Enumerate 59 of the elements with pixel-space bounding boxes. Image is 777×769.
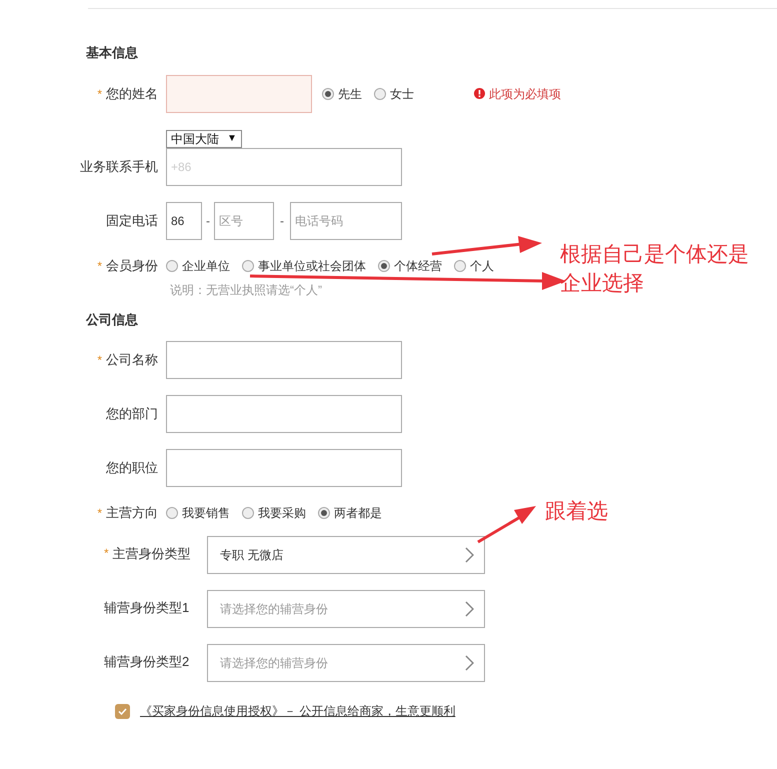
chevron-right-icon [465,547,474,563]
separator: - [206,212,210,230]
radio-label: 个体经营 [394,258,442,274]
radio-button[interactable] [318,507,330,519]
field-label: 业务联系手机 [80,158,158,176]
text-field[interactable] [166,449,402,487]
region-select[interactable]: 中国大陆 ▼ [166,130,242,148]
area-code-field[interactable]: 区号 [214,202,274,240]
field-label: 主营方向 [106,504,158,522]
field-label: 您的部门 [106,405,158,424]
field-label: 辅营身份类型1 [104,599,190,617]
radio-button[interactable] [374,88,386,100]
radio-button[interactable] [322,88,334,100]
radio-button[interactable] [454,260,466,272]
field-label: 会员身份 [106,256,158,275]
chevron-right-icon [465,655,474,671]
agreement-link[interactable]: 《买家身份信息使用授权》－ 公开信息给商家，生意更顺利 [140,702,456,720]
radio-label: 个人 [470,258,494,274]
text-field[interactable] [166,341,402,379]
field-label: 辅营身份类型2 [104,653,190,671]
radio-button[interactable] [378,260,390,272]
type-select[interactable]: 专职 无微店 [207,536,485,574]
annotation-arrow [477,506,536,544]
note-text: 说明：无营业执照请选“个人” [170,282,322,296]
error-message: 此项为必填项 [489,86,561,102]
required-mark: * [104,545,109,562]
text-field[interactable] [166,395,402,433]
radio-button[interactable] [166,260,178,272]
field-label: 固定电话 [106,212,158,230]
field-label: 主营身份类型 [112,545,191,563]
required-mark: * [97,505,102,522]
radio-label: 我要销售 [182,505,230,522]
error-icon [474,88,485,99]
annotation-text: 跟着选 [545,499,608,525]
radio-label: 女士 [390,86,414,102]
radio-button[interactable] [242,507,254,519]
chevron-right-icon [465,601,474,617]
field-label: 您的姓名 [106,84,158,103]
section-title: 公司信息 [86,310,139,328]
country-code-field[interactable]: 86 [166,202,202,240]
radio-label: 企业单位 [182,258,230,274]
radio-label: 先生 [338,86,362,102]
name-field[interactable] [166,74,312,112]
section-title: 基本信息 [86,44,139,62]
separator: - [280,212,284,230]
required-mark: * [97,86,102,102]
annotation-text: 根据自己是个体还是企业选择 [560,242,750,297]
required-mark: * [97,258,102,274]
checkmark-icon [118,708,127,714]
radio-button[interactable] [166,507,178,519]
radio-label: 我要采购 [258,505,306,522]
checkbox[interactable] [115,704,130,718]
phone-number-field[interactable]: 电话号码 [290,202,402,240]
field-label: 公司名称 [106,351,158,370]
radio-label: 事业单位或社会团体 [258,258,366,274]
radio-button[interactable] [242,260,254,272]
radio-label: 两者都是 [334,505,382,522]
field-label: 您的职位 [106,459,158,478]
required-mark: * [97,352,102,369]
